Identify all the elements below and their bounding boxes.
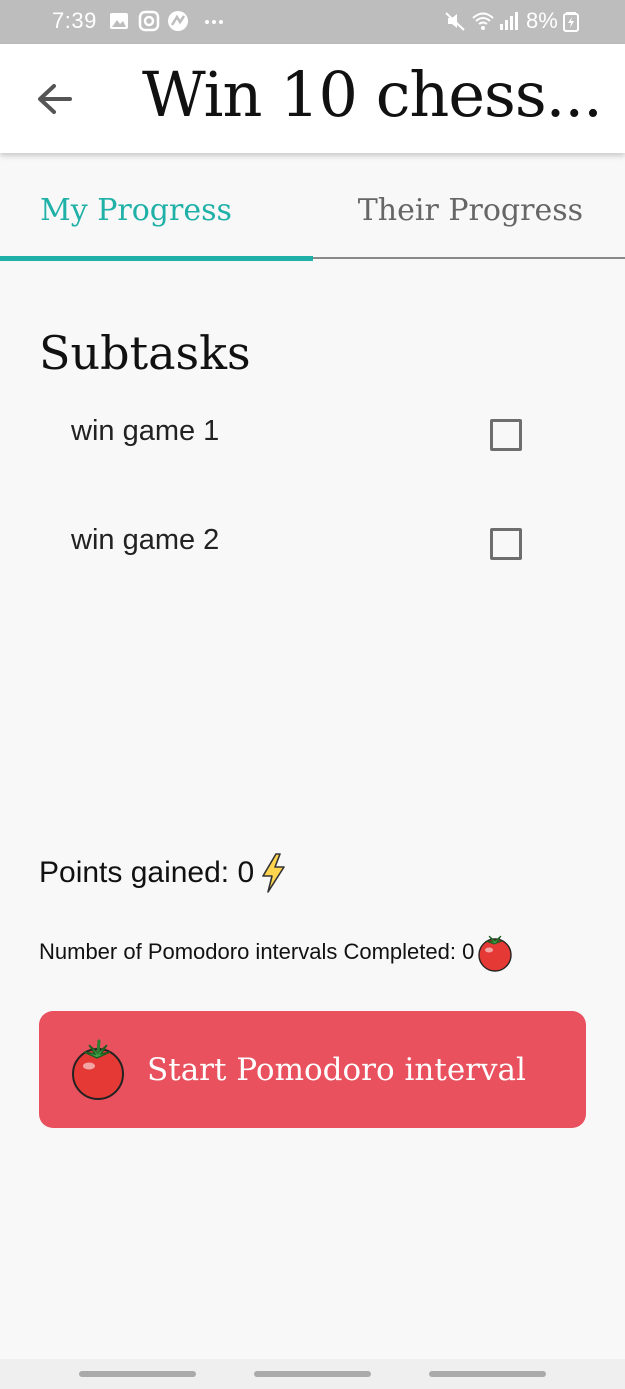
pomodoro-count-label: Number of Pomodoro intervals Completed: … — [39, 939, 475, 964]
tab-active-indicator — [0, 256, 313, 261]
subtask-checkbox[interactable] — [490, 419, 522, 451]
subtasks-heading: Subtasks — [39, 326, 251, 380]
signal-icon — [500, 12, 518, 30]
app-icon — [168, 11, 188, 31]
more-icon — [205, 20, 223, 24]
wifi-icon — [472, 12, 494, 30]
mute-icon — [445, 12, 465, 31]
nav-recents-button[interactable] — [79, 1371, 196, 1377]
subtask-item: win game 2 — [0, 524, 625, 604]
nav-back-button[interactable] — [429, 1371, 546, 1377]
tab-their-progress[interactable]: Their Progress — [312, 160, 624, 260]
nav-home-button[interactable] — [254, 1371, 371, 1377]
points-gained: Points gained: 0 — [39, 852, 288, 894]
pomodoro-count: Number of Pomodoro intervals Completed: … — [39, 932, 514, 972]
start-pomodoro-label: Start Pomodoro interval — [147, 1051, 526, 1088]
gallery-icon — [110, 13, 128, 29]
start-pomodoro-button[interactable]: Start Pomodoro interval — [39, 1011, 586, 1128]
tomato-icon — [72, 1039, 124, 1100]
app-bar: Win 10 chess... — [0, 44, 625, 153]
points-label: Points gained: 0 — [39, 856, 255, 889]
subtask-checkbox[interactable] — [490, 528, 522, 560]
subtask-label: win game 1 — [71, 415, 220, 447]
battery-percent: 8% — [526, 8, 558, 33]
instagram-icon — [138, 10, 160, 32]
subtask-item: win game 1 — [0, 415, 625, 495]
battery-icon — [563, 12, 579, 32]
status-bar: 7:39 8% — [0, 0, 625, 44]
status-time: 7:39 — [52, 8, 97, 33]
page-title: Win 10 chess... — [142, 58, 603, 131]
tab-divider — [312, 257, 625, 259]
lightning-icon — [262, 853, 285, 893]
back-arrow-icon[interactable] — [24, 74, 84, 124]
tab-my-progress[interactable]: My Progress — [0, 160, 312, 260]
system-nav-bar — [0, 1359, 625, 1389]
tab-bar: My Progress Their Progress — [0, 160, 625, 262]
tomato-icon — [478, 935, 513, 972]
subtask-label: win game 2 — [71, 524, 220, 556]
